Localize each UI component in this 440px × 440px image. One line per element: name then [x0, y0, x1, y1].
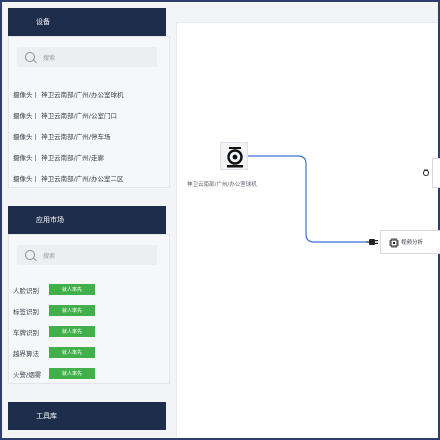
app-list-item[interactable]: 火警/烟雾 就人率先 [13, 363, 95, 384]
apps-search-input[interactable]: 搜索 [17, 245, 157, 265]
device-list: 摄像头丨 神卫云南部/广州/办公室球机 摄像头丨 神卫云南部/广州/公室门口 摄… [13, 83, 123, 188]
device-list-item[interactable]: 摄像头丨 神卫云南部/广州/公室门口 [13, 104, 123, 125]
app-list-item[interactable]: 人脸识别 就人率先 [13, 279, 95, 300]
devices-panel: 搜索 摄像头丨 神卫云南部/广州/办公室球机 摄像头丨 神卫云南部/广州/公室门… [8, 36, 170, 188]
app-list: 人脸识别 就人率先 标签识别 就人率先 车牌识别 就人率先 越界算法 就人率先 … [13, 279, 95, 384]
camera-node[interactable] [220, 142, 248, 170]
chip-icon [389, 238, 399, 248]
search-icon [25, 250, 35, 260]
devices-search-placeholder: 搜索 [43, 54, 56, 62]
app-badge: 就人率先 [49, 326, 95, 337]
app-badge: 就人率先 [49, 347, 95, 358]
app-list-item[interactable]: 越界算法 就人率先 [13, 342, 95, 363]
apps-search-placeholder: 搜索 [43, 252, 56, 260]
camera-icon [227, 147, 243, 168]
app-badge: 就人率先 [49, 368, 95, 379]
devices-panel-header[interactable]: 设备 [8, 8, 166, 36]
tools-panel-header[interactable]: 工具库 [8, 402, 166, 430]
app-label: 越界算法 [13, 349, 39, 358]
flow-node-partial[interactable] [432, 158, 440, 188]
apps-panel-title: 应用市场 [36, 216, 64, 224]
camera-icon [422, 169, 430, 177]
app-badge: 就人率先 [49, 305, 95, 316]
tools-panel-title: 工具库 [36, 412, 57, 420]
device-list-item[interactable]: 摄像头丨 神卫云南部/广州/走廊 [13, 146, 123, 167]
app-label: 火警/烟雾 [13, 370, 42, 379]
analysis-node-label: 视频分析 [401, 240, 424, 246]
app-list-item[interactable]: 车牌识别 就人率先 [13, 321, 95, 342]
device-list-item[interactable]: 摄像头丨 神卫云南部/广州/办公室球机 [13, 83, 123, 104]
app-list-item[interactable]: 标签识别 就人率先 [13, 300, 95, 321]
sidebar: 设备 搜索 摄像头丨 神卫云南部/广州/办公室球机 摄像头丨 神卫云南部/广州/… [6, 6, 170, 434]
app-label: 标签识别 [13, 307, 39, 316]
apps-panel: 搜索 人脸识别 就人率先 标签识别 就人率先 车牌识别 就人率先 越界算法 就人… [8, 234, 170, 384]
devices-search-input[interactable]: 搜索 [17, 47, 157, 67]
camera-node-label: 神卫云南部/广州/办公室球机 [187, 182, 257, 188]
apps-panel-header[interactable]: 应用市场 [8, 206, 166, 234]
devices-panel-title: 设备 [36, 18, 50, 26]
app-label: 人脸识别 [13, 286, 39, 295]
app-label: 车牌识别 [13, 328, 39, 337]
plug-icon[interactable] [366, 237, 378, 247]
search-icon [25, 52, 35, 62]
device-list-item[interactable]: 摄像头丨 神卫云南部/广州/停车场 [13, 125, 123, 146]
app-badge: 就人率先 [49, 284, 95, 295]
device-list-item[interactable]: 摄像头丨 神卫云南部/广州/办公室二区 [13, 167, 123, 188]
analysis-node[interactable]: 视频分析 [380, 230, 440, 254]
